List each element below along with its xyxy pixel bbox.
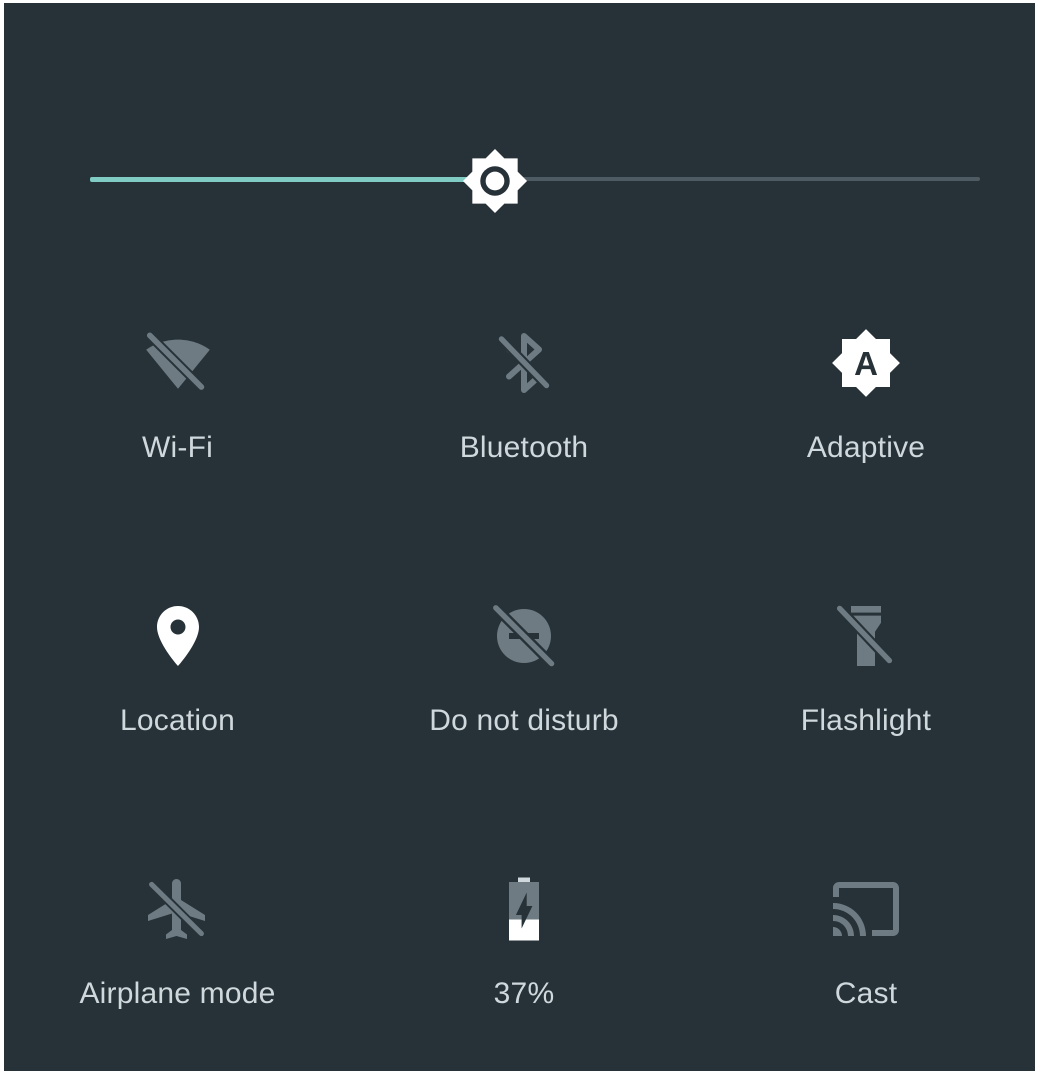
do-not-disturb-off-icon [488, 600, 560, 672]
tile-battery[interactable]: 37% [351, 849, 697, 1071]
brightness-slider-fill [90, 177, 495, 182]
flashlight-off-icon [830, 600, 902, 672]
tile-bluetooth[interactable]: Bluetooth [351, 303, 697, 576]
tile-wifi-label: Wi-Fi [142, 431, 213, 464]
brightness-auto-icon: A [830, 327, 902, 399]
tile-cast-label: Cast [834, 977, 898, 1010]
location-pin-icon [142, 600, 214, 672]
cast-icon [830, 873, 902, 945]
brightness-slider[interactable] [90, 148, 980, 214]
tile-wifi[interactable]: Wi-Fi [4, 303, 351, 576]
brightness-slider-thumb[interactable] [461, 147, 529, 215]
tile-airplane-mode-label: Airplane mode [79, 977, 276, 1010]
svg-text:A: A [854, 345, 878, 382]
tile-flashlight-label: Flashlight [800, 704, 932, 737]
tile-location-label: Location [119, 704, 236, 737]
tile-do-not-disturb[interactable]: Do not disturb [351, 576, 697, 849]
tile-airplane-mode[interactable]: Airplane mode [4, 849, 351, 1071]
tile-battery-label: 37% [493, 977, 555, 1010]
tile-flashlight[interactable]: Flashlight [697, 576, 1035, 849]
airplane-off-icon [142, 873, 214, 945]
tile-do-not-disturb-label: Do not disturb [429, 704, 619, 737]
bluetooth-disabled-icon [488, 327, 560, 399]
brightness-icon [462, 148, 527, 214]
tile-bluetooth-label: Bluetooth [459, 431, 589, 464]
battery-charging-icon [488, 873, 560, 945]
wifi-off-icon [142, 327, 214, 399]
tile-adaptive[interactable]: A Adaptive [697, 303, 1035, 576]
quick-settings-tiles: Wi-Fi Bluetooth A Adaptive Location Do n… [4, 303, 1035, 1071]
tile-cast[interactable]: Cast [697, 849, 1035, 1071]
tile-location[interactable]: Location [4, 576, 351, 849]
tile-adaptive-label: Adaptive [806, 431, 926, 464]
quick-settings-panel: Wi-Fi Bluetooth A Adaptive Location Do n… [4, 3, 1035, 1071]
